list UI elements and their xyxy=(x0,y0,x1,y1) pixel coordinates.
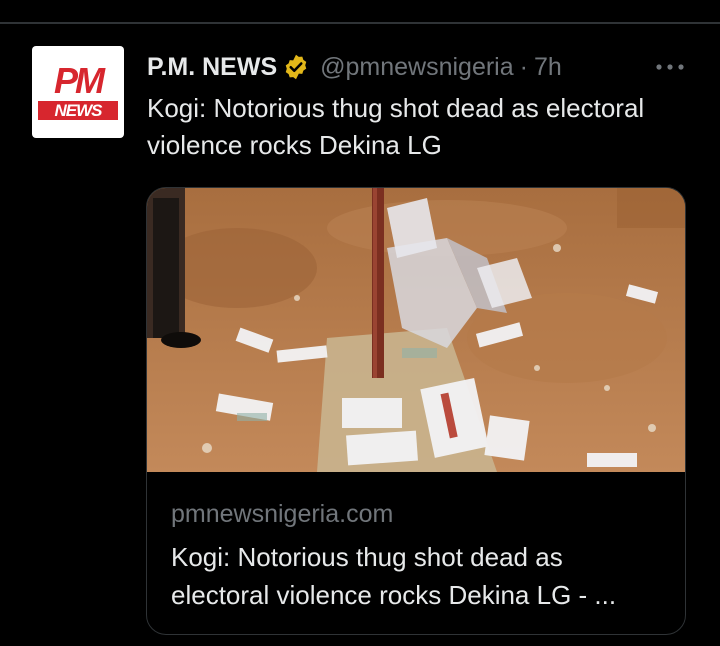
post-time[interactable]: 7h xyxy=(534,53,562,82)
avatar[interactable]: PM NEWS xyxy=(32,46,124,138)
author-handle[interactable]: @pmnewsnigeria xyxy=(320,53,514,82)
link-card[interactable]: pmnewsnigeria.com Kogi: Notorious thug s… xyxy=(146,187,686,635)
separator-dot: · xyxy=(519,52,528,81)
card-title[interactable]: Kogi: Notorious thug shot dead as electo… xyxy=(171,538,666,614)
avatar-logo-subtext: NEWS xyxy=(38,101,118,120)
tweet-page: PM NEWS P.M. NEWS @pmnewsnigeria · 7h Ko… xyxy=(0,0,720,646)
avatar-logo-text: PM xyxy=(54,60,105,101)
divider xyxy=(0,22,720,24)
more-options-icon[interactable] xyxy=(652,52,688,82)
tweet-text: Kogi: Notorious thug shot dead as electo… xyxy=(147,93,645,160)
card-domain: pmnewsnigeria.com xyxy=(171,500,394,528)
verified-badge-icon[interactable] xyxy=(282,53,310,81)
author-name[interactable]: P.M. NEWS xyxy=(147,53,277,82)
tweet-header: P.M. NEWS @pmnewsnigeria · 7h xyxy=(147,50,562,84)
card-image[interactable] xyxy=(147,188,685,472)
